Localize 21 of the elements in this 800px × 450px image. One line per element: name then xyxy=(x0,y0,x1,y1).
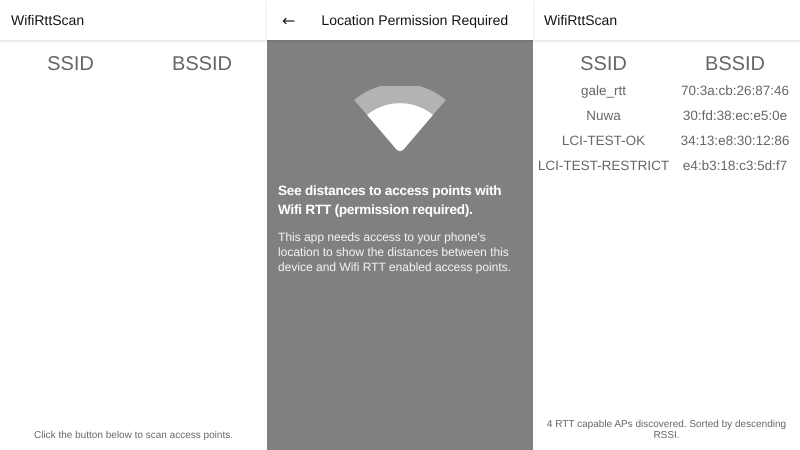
ssid-cell-text: gale_rtt xyxy=(580,82,628,100)
bssid-cell-text: 70:3a:cb:26:87:46 xyxy=(680,82,790,100)
column-header: BSSID xyxy=(170,52,234,77)
ssid-cell-text: Nuwa xyxy=(585,107,622,125)
column-header: SSID xyxy=(46,52,95,77)
ssid-cell-text: LCI-TEST-RESTRICT xyxy=(536,157,670,175)
column-header: BSSID xyxy=(704,52,766,77)
app-title: WifiRttScan xyxy=(544,12,618,28)
permission-description: This app needs access to your phone's location to show the distances between this device and Wifi RTT enabled access points. xyxy=(278,230,512,275)
bssid-cell-text: e4:b3:18:c3:5d:f7 xyxy=(682,157,788,175)
wifi-icon xyxy=(354,86,446,154)
status-text: 4 RTT capable APs discovered. Sorted by descending RSSI. xyxy=(546,419,788,441)
status-text: Click the button below to scan access points. xyxy=(33,430,234,441)
bssid-cell-text: 30:fd:38:ec:e5:0e xyxy=(682,107,788,125)
ssid-cell-text: LCI-TEST-OK xyxy=(560,132,646,150)
back-button[interactable]: ← xyxy=(278,10,300,30)
screen-title: Location Permission Required xyxy=(321,12,508,28)
column-header: SSID xyxy=(579,52,628,77)
app-title: WifiRttScan xyxy=(11,12,84,28)
bssid-cell-text: 34:13:e8:30:12:86 xyxy=(680,132,790,150)
permission-heading: See distances to access points with Wifi RTT (permission required). xyxy=(278,182,502,219)
